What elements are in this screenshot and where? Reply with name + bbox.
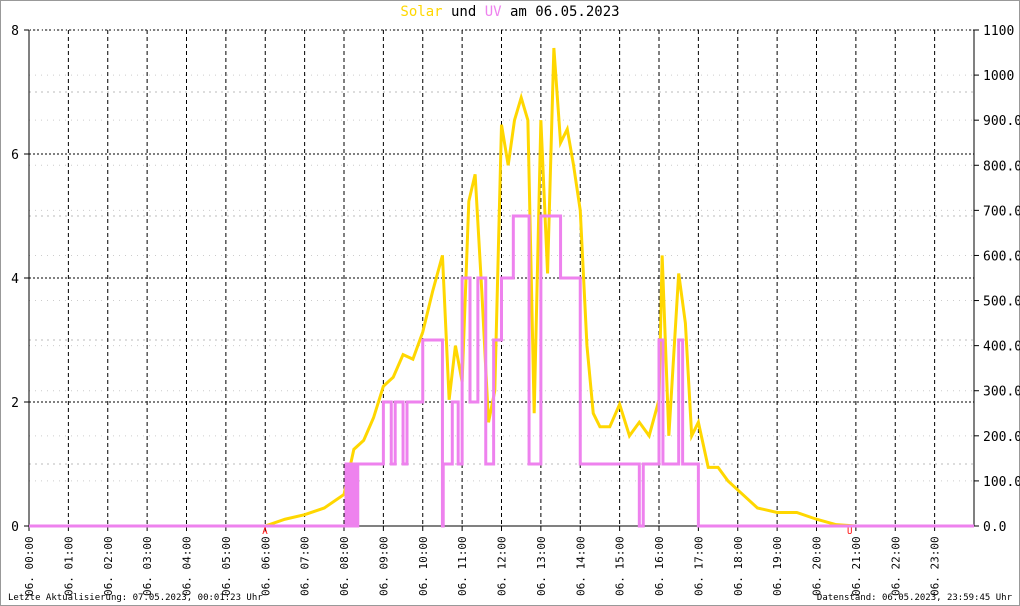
x-tick-label: 06. 20:00 [811, 536, 824, 596]
y-right-tick-label: 1100 [983, 24, 1014, 39]
chart-svg: 06. 00:00 06. 01:00 06. 02:00 06. 03:00 06. … [11, 24, 1020, 596]
x-tick-label: 06. 13:00 [535, 536, 548, 596]
y-right-tick-label: 1000 [983, 69, 1014, 84]
x-tick-label: 06. 15:00 [614, 536, 627, 596]
x-tick-label: 06. 02:00 [102, 536, 115, 596]
x-tick-label: 06. 11:00 [456, 536, 469, 596]
x-tick-label: 06. 07:00 [299, 536, 312, 596]
y-left-tick-label: 8 [11, 24, 19, 39]
y-right-tick-label: 100.0 [983, 475, 1020, 490]
x-tick-label: 06. 22:00 [889, 536, 902, 596]
y-right-tick-label: 300.0 [983, 385, 1020, 400]
x-tick-label: 06. 00:00 [23, 536, 36, 596]
x-tick-label: 06. 04:00 [181, 536, 194, 596]
x-tick-label: 06. 14:00 [574, 536, 587, 596]
y-left-tick-label: 4 [11, 272, 19, 287]
y-right-tick-label: 500.0 [983, 295, 1020, 310]
x-tick-label: 06. 18:00 [732, 536, 745, 596]
x-tick-label: 06. 03:00 [141, 536, 154, 596]
y-right-tick-label: 700.0 [983, 204, 1020, 219]
sun-marker: A [262, 527, 268, 537]
y-left-tick-label: 2 [11, 396, 19, 411]
x-tick-label: 06. 06:00 [259, 536, 272, 596]
y-right-tick-label: 800.0 [983, 159, 1020, 174]
x-tick-label: 06. 21:00 [850, 536, 863, 596]
data-status-text: Datenstand: 06.05.2023, 23:59:45 Uhr [816, 593, 1012, 603]
x-tick-label: 06. 08:00 [338, 536, 351, 596]
x-tick-label: 06. 01:00 [62, 536, 75, 596]
x-tick-label: 06. 09:00 [377, 536, 390, 596]
y-left-tick-label: 0 [11, 520, 19, 535]
sun-marker: U [847, 527, 852, 537]
y-right-tick-label: 400.0 [983, 340, 1020, 355]
x-tick-label: 06. 17:00 [692, 536, 705, 596]
x-tick-label: 06. 10:00 [417, 536, 430, 596]
x-tick-label: 06. 19:00 [771, 536, 784, 596]
x-tick-label: 06. 23:00 [929, 536, 942, 596]
x-tick-label: 06. 16:00 [653, 536, 666, 596]
y-right-tick-label: 600.0 [983, 249, 1020, 264]
y-right-tick-label: 900.0 [983, 114, 1020, 129]
y-right-tick-label: 200.0 [983, 430, 1020, 445]
x-tick-label: 06. 05:00 [220, 536, 233, 596]
x-tick-label: 06. 12:00 [496, 536, 509, 596]
last-update-text: Letzte Aktualisierung: 07.05.2023, 00:01… [8, 593, 263, 603]
y-right-tick-label: 0.0 [983, 520, 1006, 535]
y-left-tick-label: 6 [11, 148, 19, 163]
